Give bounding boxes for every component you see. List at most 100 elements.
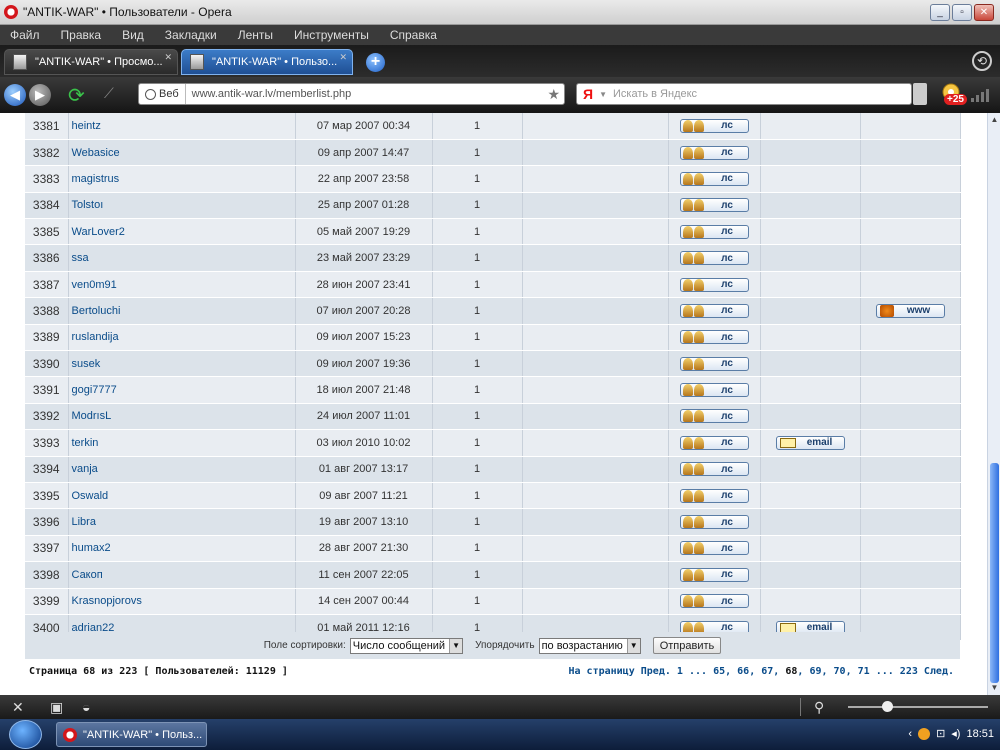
pm-button[interactable]: лс	[679, 594, 749, 609]
network-icon[interactable]: ⊡	[936, 727, 945, 740]
scroll-down-arrow-icon[interactable]: ▼	[989, 683, 1000, 693]
pm-button[interactable]: лс	[679, 435, 749, 450]
pm-button[interactable]: лс	[679, 515, 749, 530]
clock[interactable]: 18:51	[966, 728, 994, 740]
member-name-link[interactable]: gogi7777	[68, 376, 296, 404]
pm-button[interactable]: лс	[679, 277, 749, 292]
minimize-button[interactable]: _	[930, 4, 950, 21]
address-field[interactable]: Веб www.antik-war.lv/memberlist.php ★	[138, 83, 565, 105]
menu-tools[interactable]: Инструменты	[294, 28, 369, 42]
menu-edit[interactable]: Правка	[61, 28, 102, 42]
vertical-scrollbar[interactable]: ▲ ▼	[987, 113, 1000, 695]
menu-help[interactable]: Справка	[390, 28, 437, 42]
member-name-link[interactable]: Krasnopjorovs	[68, 588, 296, 615]
reload-icon[interactable]: ⟳	[68, 83, 85, 108]
zoom-knob[interactable]	[882, 701, 893, 712]
page-link[interactable]: 66	[737, 666, 749, 677]
tab-view-topic[interactable]: "ANTIK-WAR" • Просмо... ✕	[4, 49, 178, 75]
member-name-link[interactable]: Oswald	[68, 482, 296, 510]
member-name-link[interactable]: Сакоп	[68, 561, 296, 589]
member-name-link[interactable]: susek	[68, 350, 296, 378]
wand-icon[interactable]: ⟋	[104, 85, 114, 102]
back-button[interactable]: ◀	[4, 84, 26, 106]
new-tab-button[interactable]: +	[366, 53, 385, 72]
web-badge[interactable]: Веб	[139, 84, 186, 104]
tab-close-icon[interactable]: ✕	[164, 52, 172, 63]
member-name-link[interactable]: Libra	[68, 508, 296, 536]
member-name-link[interactable]: ruslandija	[68, 324, 296, 352]
member-name-link[interactable]: heintz	[68, 113, 296, 140]
close-button[interactable]: ✕	[974, 4, 994, 21]
pm-button[interactable]: лс	[679, 171, 749, 186]
page-link[interactable]: 71	[858, 666, 870, 677]
pm-button[interactable]: лс	[679, 462, 749, 477]
submit-button[interactable]: Отправить	[652, 637, 722, 654]
member-name-link[interactable]: Webasice	[68, 139, 296, 167]
member-name-link[interactable]: Bertoluchi	[68, 297, 296, 325]
tab-members[interactable]: "ANTIK-WAR" • Пользо... ✕	[181, 49, 353, 75]
pm-button[interactable]: лс	[679, 118, 749, 133]
member-joined-date: 14 сен 2007 00:44	[295, 588, 433, 615]
engine-dropdown-icon[interactable]: ▼	[599, 90, 607, 99]
member-name-link[interactable]: humax2	[68, 535, 296, 563]
restore-button[interactable]: ▫	[952, 4, 972, 21]
pm-button[interactable]: лс	[679, 356, 749, 371]
forward-button[interactable]: ▶	[29, 84, 51, 106]
scroll-up-arrow-icon[interactable]: ▲	[989, 115, 1000, 125]
member-name-link[interactable]: WarLover2	[68, 218, 296, 246]
pm-button[interactable]: лс	[679, 567, 749, 582]
pm-button[interactable]: лс	[679, 330, 749, 345]
volume-icon[interactable]: ◂)	[951, 727, 960, 740]
tray-expand-icon[interactable]: ‹	[908, 728, 912, 740]
pm-button[interactable]: лс	[679, 383, 749, 398]
closed-tabs-icon[interactable]: ⟲	[972, 51, 992, 71]
tray-app-icon[interactable]	[918, 727, 931, 740]
bookmark-star-icon[interactable]: ★	[547, 86, 560, 103]
page-link[interactable]: 70	[834, 666, 846, 677]
pm-button[interactable]: лс	[679, 409, 749, 424]
member-name-link[interactable]: magistrus	[68, 165, 296, 193]
panel-icon[interactable]: ▣	[50, 699, 66, 715]
next-page-link[interactable]: След.	[924, 666, 954, 677]
tab-close-icon[interactable]: ✕	[339, 52, 347, 63]
member-name-link[interactable]: Tolstoı	[68, 192, 296, 220]
tools-icon[interactable]: ✕	[12, 699, 28, 715]
page-link[interactable]: 67	[761, 666, 773, 677]
pm-button[interactable]: лс	[679, 488, 749, 503]
email-button[interactable]: email	[775, 435, 845, 450]
page-link[interactable]: 69	[809, 666, 821, 677]
member-name-link[interactable]: ssa	[68, 244, 296, 272]
pm-button[interactable]: лс	[679, 541, 749, 556]
url-text[interactable]: www.antik-war.lv/memberlist.php	[186, 88, 352, 100]
website-button[interactable]: www	[875, 303, 945, 318]
member-name-link[interactable]: vanja	[68, 456, 296, 483]
search-input[interactable]: Я ▼ Искать в Яндекс	[576, 83, 912, 105]
sort-field-select[interactable]: Число сообщений ▼	[349, 637, 464, 654]
zoom-icon[interactable]: ⚲	[814, 699, 830, 715]
scroll-thumb[interactable]	[990, 463, 999, 683]
pm-button[interactable]: лс	[679, 303, 749, 318]
page-link-last[interactable]: 223	[900, 666, 918, 677]
menu-bookmarks[interactable]: Закладки	[165, 28, 217, 42]
pm-button[interactable]: лс	[679, 198, 749, 213]
email-envelope-icon	[779, 437, 796, 448]
taskbar-opera-window[interactable]: "ANTIK-WAR" • Польз...	[56, 722, 207, 747]
member-name-link[interactable]: terkin	[68, 429, 296, 457]
unite-icon[interactable]: ◒	[82, 699, 98, 715]
member-name-link[interactable]: ModrısL	[68, 403, 296, 431]
menu-view[interactable]: Вид	[122, 28, 144, 42]
page-link[interactable]: 65	[713, 666, 725, 677]
sort-order-select[interactable]: по возрастанию ▼	[538, 637, 641, 654]
pm-button[interactable]: лс	[679, 251, 749, 266]
pm-button[interactable]: лс	[679, 224, 749, 239]
menu-feeds[interactable]: Ленты	[238, 28, 273, 42]
member-number: 3393	[25, 429, 69, 457]
zoom-slider[interactable]	[848, 706, 988, 708]
page-link-first[interactable]: 1	[677, 666, 683, 677]
member-name-link[interactable]: ven0m91	[68, 271, 296, 299]
yandex-logo-icon[interactable]: Я	[583, 86, 593, 102]
start-button[interactable]	[9, 720, 42, 749]
pm-button[interactable]: лс	[679, 145, 749, 160]
prev-page-link[interactable]: Пред.	[641, 666, 671, 677]
menu-file[interactable]: Файл	[10, 28, 40, 42]
